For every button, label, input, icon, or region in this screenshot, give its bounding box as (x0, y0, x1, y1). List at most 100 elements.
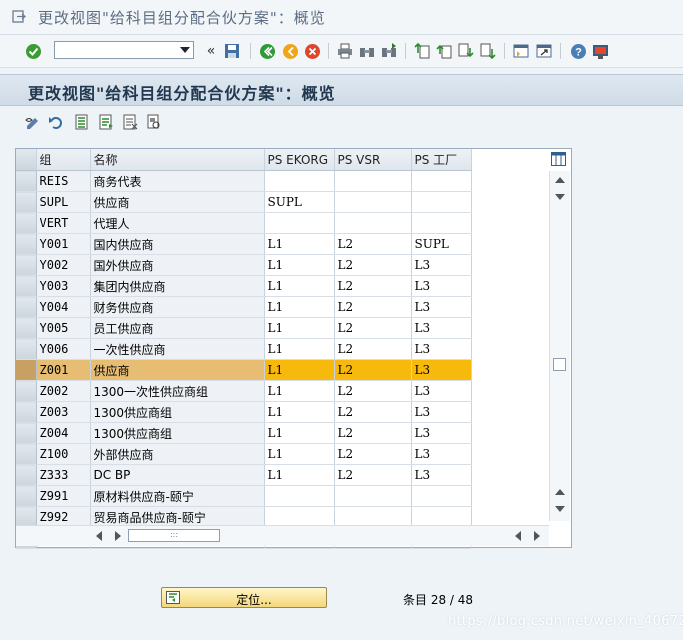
cell-ps-plant[interactable]: L3 (411, 317, 472, 339)
row-selector[interactable] (16, 275, 37, 297)
table-row[interactable]: Y006 一次性供应商 L1 L2 L3 (16, 338, 472, 360)
cell-ps-ekorg[interactable]: L1 (264, 338, 335, 360)
command-dropdown-icon[interactable] (180, 47, 190, 53)
page-right-icon[interactable] (115, 531, 121, 541)
cell-ps-vsr[interactable]: L2 (334, 464, 412, 486)
save-icon[interactable] (223, 42, 241, 60)
cell-ps-ekorg[interactable]: L1 (264, 359, 335, 381)
row-selector[interactable] (16, 212, 37, 234)
cell-ps-vsr[interactable]: L2 (334, 275, 412, 297)
row-selector[interactable] (16, 485, 37, 507)
find-icon[interactable] (358, 42, 376, 60)
command-field[interactable] (54, 41, 194, 59)
row-selector[interactable] (16, 401, 37, 423)
customize-layout-icon[interactable] (591, 42, 609, 60)
back-double-arrow-icon[interactable]: « (202, 42, 220, 60)
column-header-ps-ekorg[interactable]: PS EKORG (264, 149, 335, 171)
table-settings-icon[interactable] (551, 152, 566, 166)
next-page-icon[interactable] (457, 42, 475, 60)
new-session-icon[interactable] (512, 42, 530, 60)
select-all-header[interactable] (16, 149, 37, 171)
cell-ps-ekorg[interactable]: L1 (264, 233, 335, 255)
cell-ps-vsr[interactable]: L2 (334, 401, 412, 423)
back-icon[interactable] (258, 42, 276, 60)
row-selector[interactable] (16, 464, 37, 486)
cell-ps-ekorg[interactable]: L1 (264, 317, 335, 339)
cell-ps-ekorg[interactable]: SUPL (264, 191, 335, 213)
cell-ps-plant[interactable]: L3 (411, 401, 472, 423)
cell-ps-ekorg[interactable] (264, 170, 335, 192)
scroll-left-icon[interactable] (96, 531, 102, 541)
table-row[interactable]: Y002 国外供应商 L1 L2 L3 (16, 254, 472, 276)
scroll-down-icon[interactable] (555, 506, 565, 512)
cell-ps-plant[interactable] (411, 170, 472, 192)
table-row[interactable]: Z002 1300一次性供应商组 L1 L2 L3 (16, 380, 472, 402)
column-header-ps-plant[interactable]: PS 工厂 (411, 149, 472, 171)
vertical-scroll-thumb[interactable] (553, 358, 566, 371)
table-row[interactable]: Y003 集团内供应商 L1 L2 L3 (16, 275, 472, 297)
table-row[interactable]: Z003 1300供应商组 L1 L2 L3 (16, 401, 472, 423)
previous-page-icon[interactable] (435, 42, 453, 60)
table-row[interactable]: Z991 原材料供应商-颐宁 (16, 485, 472, 507)
cell-ps-plant[interactable]: L3 (411, 380, 472, 402)
cell-ps-vsr[interactable]: L2 (334, 422, 412, 444)
cell-ps-ekorg[interactable]: L1 (264, 464, 335, 486)
cancel-icon[interactable] (303, 42, 321, 60)
table-row[interactable]: Z004 1300供应商组 L1 L2 L3 (16, 422, 472, 444)
row-selector[interactable] (16, 233, 37, 255)
cell-ps-vsr[interactable]: L2 (334, 380, 412, 402)
print-icon[interactable] (336, 42, 354, 60)
position-button[interactable]: 定位... (161, 587, 327, 608)
row-selector[interactable] (16, 254, 37, 276)
cell-ps-vsr[interactable] (334, 170, 412, 192)
help-icon[interactable]: ? (569, 42, 587, 60)
horizontal-scroll-thumb[interactable]: ::: (128, 529, 220, 542)
page-down-icon[interactable] (555, 194, 565, 200)
row-selector[interactable] (16, 338, 37, 360)
table-row[interactable]: REIS 商务代表 (16, 170, 472, 192)
cell-ps-ekorg[interactable]: L1 (264, 380, 335, 402)
horizontal-scrollbar[interactable]: ::: (16, 525, 549, 546)
find-next-icon[interactable] (380, 42, 398, 60)
table-row[interactable]: Y004 财务供应商 L1 L2 L3 (16, 296, 472, 318)
cell-ps-ekorg[interactable] (264, 485, 335, 507)
cell-ps-plant[interactable]: L3 (411, 464, 472, 486)
cell-ps-vsr[interactable]: L2 (334, 296, 412, 318)
cell-ps-vsr[interactable] (334, 191, 412, 213)
row-selector[interactable] (16, 359, 37, 381)
cell-ps-plant[interactable] (411, 191, 472, 213)
cell-ps-plant[interactable]: L3 (411, 359, 472, 381)
cell-ps-vsr[interactable]: L2 (334, 338, 412, 360)
cell-ps-vsr[interactable] (334, 485, 412, 507)
column-header-ps-vsr[interactable]: PS VSR (334, 149, 412, 171)
cell-ps-plant[interactable]: L3 (411, 422, 472, 444)
cell-ps-vsr[interactable]: L2 (334, 254, 412, 276)
table-row[interactable]: SUPL 供应商 SUPL (16, 191, 472, 213)
cell-ps-ekorg[interactable]: L1 (264, 296, 335, 318)
cell-ps-ekorg[interactable]: L1 (264, 422, 335, 444)
table-row[interactable]: Y005 员工供应商 L1 L2 L3 (16, 317, 472, 339)
cell-ps-plant[interactable]: SUPL (411, 233, 472, 255)
cell-ps-vsr[interactable]: L2 (334, 317, 412, 339)
select-block-icon[interactable] (97, 113, 115, 131)
cell-ps-plant[interactable] (411, 485, 472, 507)
column-header-group[interactable]: 组 (36, 149, 91, 171)
page-up-icon[interactable] (555, 489, 565, 495)
row-selector[interactable] (16, 422, 37, 444)
table-row[interactable]: Z333 DC BP L1 L2 L3 (16, 464, 472, 486)
row-selector[interactable] (16, 191, 37, 213)
scroll-right-icon[interactable] (534, 531, 540, 541)
shortcut-icon[interactable] (535, 42, 553, 60)
row-selector[interactable] (16, 317, 37, 339)
last-page-icon[interactable] (479, 42, 497, 60)
row-selector[interactable] (16, 170, 37, 192)
cell-ps-plant[interactable] (411, 212, 472, 234)
undo-icon[interactable] (47, 113, 65, 131)
change-display-icon[interactable] (24, 113, 42, 131)
cell-ps-ekorg[interactable] (264, 212, 335, 234)
exit-menu-icon[interactable] (12, 10, 26, 23)
cell-ps-vsr[interactable]: L2 (334, 443, 412, 465)
row-selector[interactable] (16, 380, 37, 402)
exit-icon[interactable] (281, 42, 299, 60)
cell-ps-vsr[interactable] (334, 212, 412, 234)
